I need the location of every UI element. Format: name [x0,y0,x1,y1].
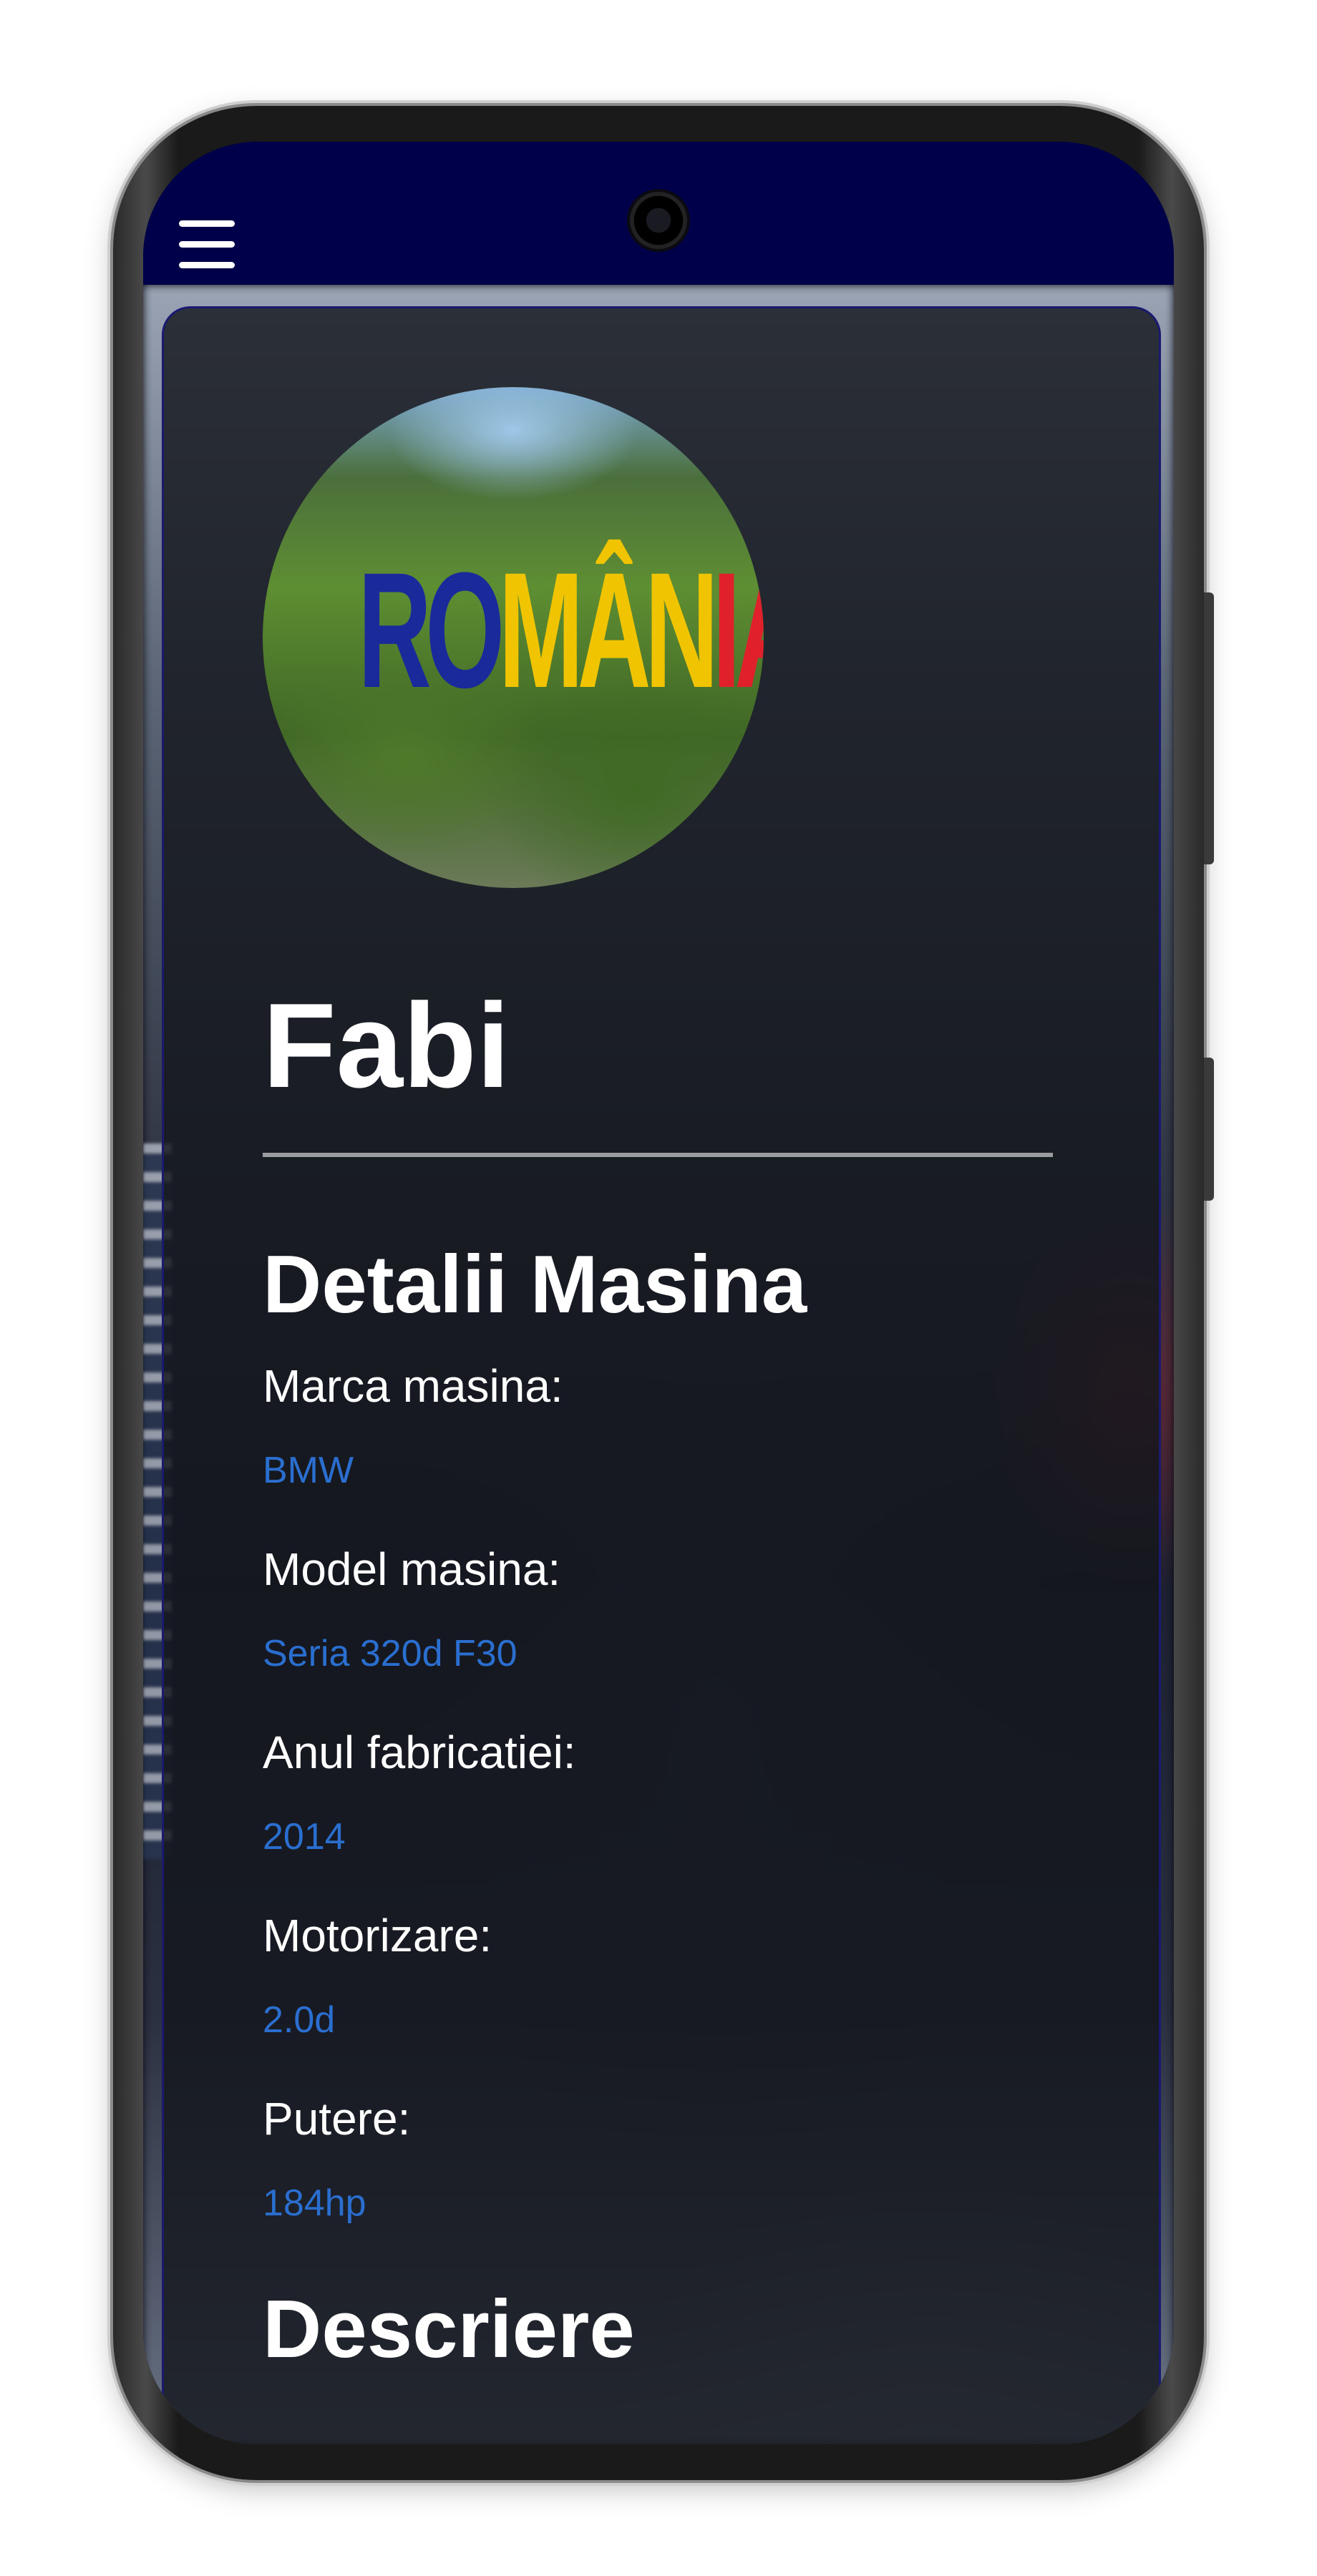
front-camera [630,192,687,249]
field-value-brand: BMW [263,1450,354,1491]
field-label-year: Anul fabricatiei: [263,1727,576,1778]
field-value-year: 2014 [263,1816,346,1858]
field-label-power: Putere: [263,2093,411,2145]
field-value-power: 184hp [263,2182,366,2224]
phone-frame: ROMÂNIA Fabi Detalii Masina Marca masina… [113,106,1214,2480]
power-button [1204,1058,1214,1201]
volume-button [1204,592,1214,864]
section-title-description: Descriere [263,2284,635,2375]
field-value-model: Seria 320d F30 [263,1633,517,1674]
divider [263,1153,1053,1157]
section-title-details: Detalii Masina [263,1239,807,1330]
screen: ROMÂNIA Fabi Detalii Masina Marca masina… [143,142,1174,2444]
field-label-engine: Motorizare: [263,1910,492,1961]
field-label-model: Model masina: [263,1543,561,1595]
menu-icon[interactable] [179,220,235,272]
avatar-logo-text: ROMÂNIA [358,538,764,722]
field-value-engine: 2.0d [263,1999,336,2041]
profile-avatar[interactable]: ROMÂNIA [263,387,764,888]
profile-card: ROMÂNIA Fabi Detalii Masina Marca masina… [162,306,1161,2444]
field-label-brand: Marca masina: [263,1360,563,1412]
profile-name: Fabi [263,978,510,1113]
